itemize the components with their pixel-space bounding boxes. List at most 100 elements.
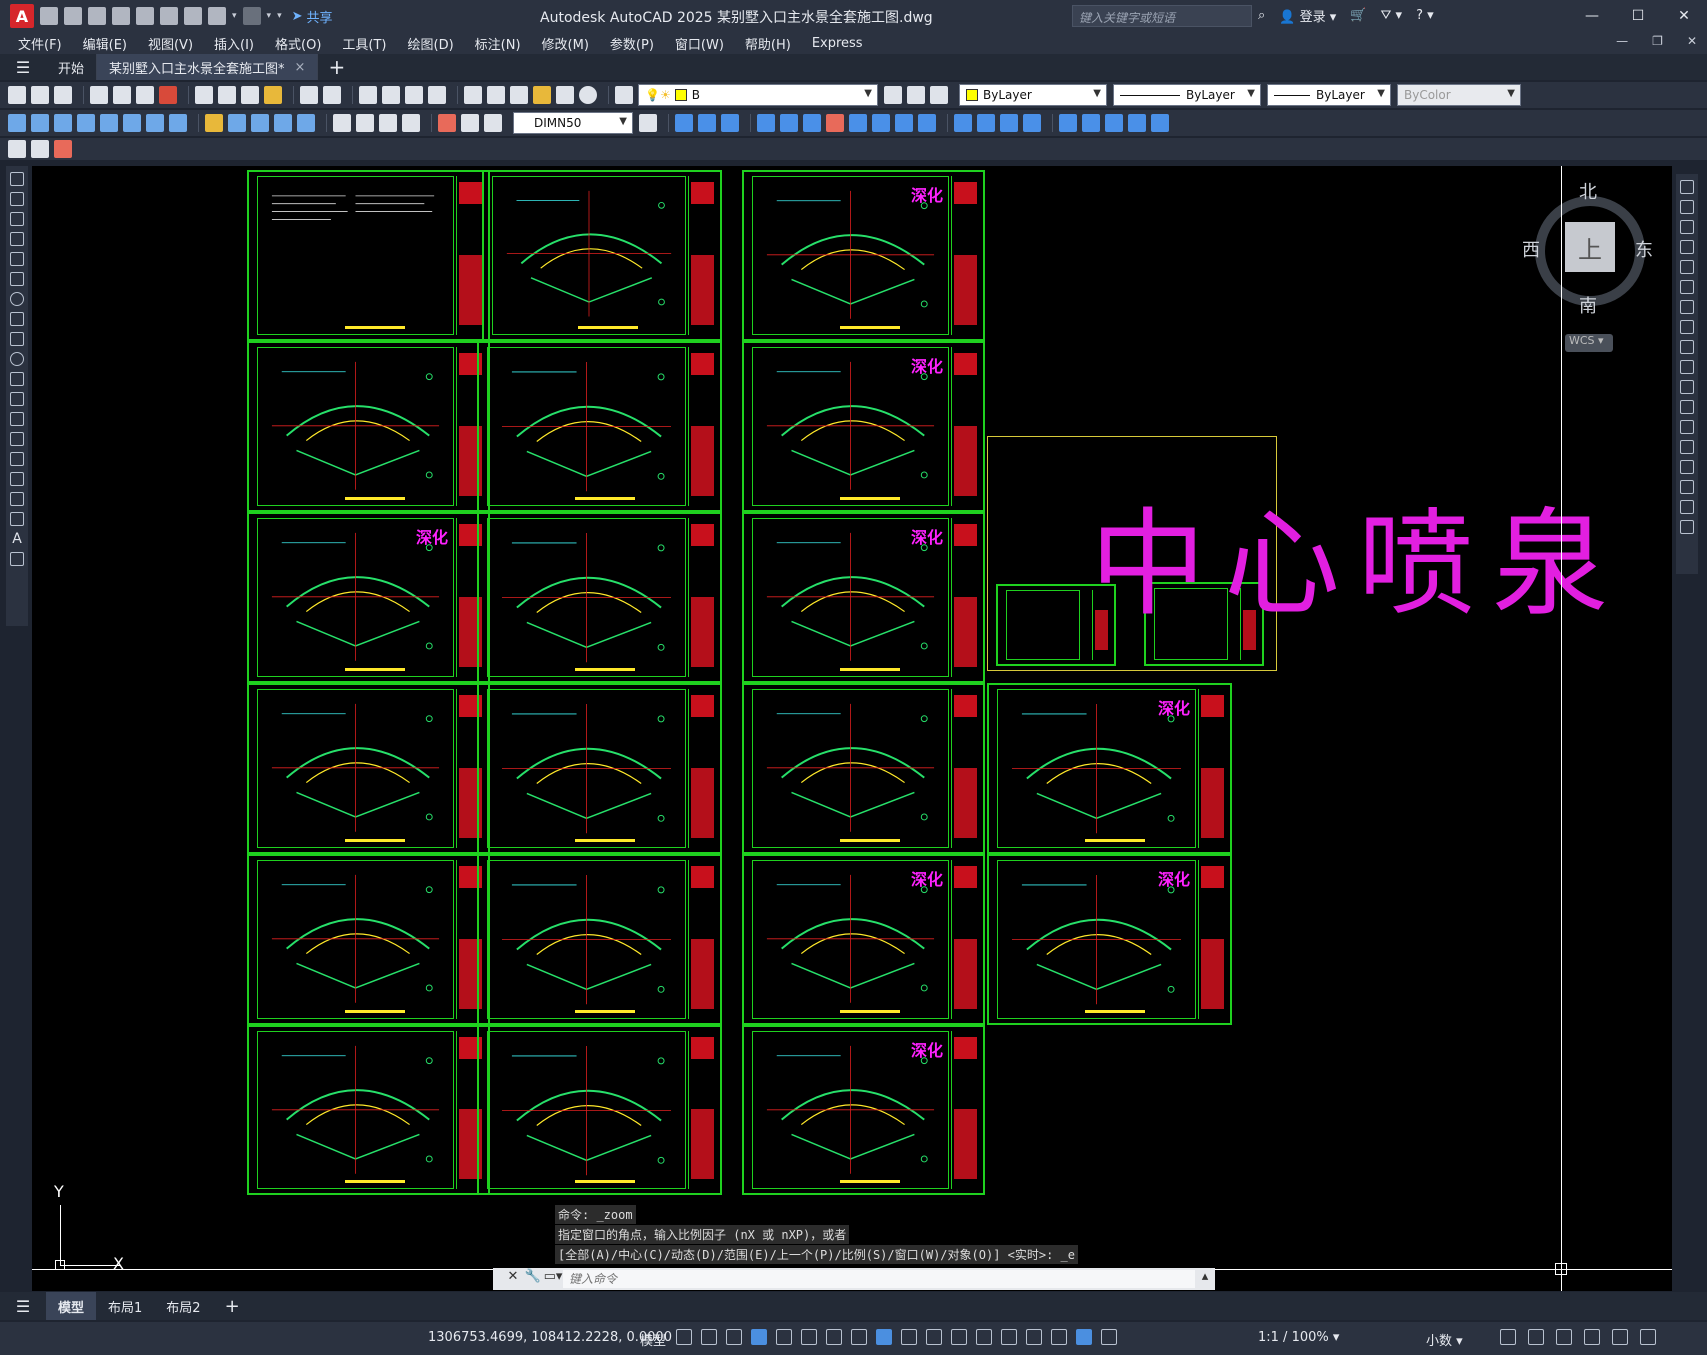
block-editor-icon[interactable] xyxy=(8,140,26,158)
paste-icon[interactable] xyxy=(241,86,259,104)
layer-states-icon[interactable] xyxy=(930,86,948,104)
undo-dropdown-icon[interactable]: ▾ xyxy=(232,11,237,21)
polyline-icon[interactable] xyxy=(10,212,24,226)
gradient-icon[interactable] xyxy=(10,472,24,486)
gizmo-icon[interactable] xyxy=(1051,1329,1067,1345)
drawing-sheet[interactable]: 深化 xyxy=(742,170,985,341)
inspection-icon[interactable] xyxy=(379,114,397,132)
multiline-text-icon[interactable]: A xyxy=(10,532,24,546)
thicken-icon[interactable] xyxy=(1151,114,1169,132)
shell-icon[interactable] xyxy=(1082,114,1100,132)
drawing-sheet[interactable]: 深化 xyxy=(742,854,985,1025)
annotation-visibility-icon[interactable] xyxy=(1076,1329,1092,1345)
auto-scale-icon[interactable] xyxy=(1101,1329,1117,1345)
hardware-acceleration-icon[interactable] xyxy=(1584,1329,1600,1345)
tab-start[interactable]: 开始 xyxy=(46,54,98,80)
tab-drawing[interactable]: 某别墅入口主水景全套施工图* × xyxy=(97,54,319,80)
region-icon[interactable] xyxy=(10,492,24,506)
plot-preview-icon[interactable] xyxy=(113,86,131,104)
ordinate-dimension-icon[interactable] xyxy=(77,114,95,132)
drawing-restore-button[interactable]: ❐ xyxy=(1652,34,1663,48)
viewcube-east-label[interactable]: 东 xyxy=(1635,236,1653,262)
publish-icon[interactable] xyxy=(136,86,154,104)
cursor-coordinates[interactable]: 1306753.4699, 108412.2228, 0.0000 xyxy=(428,1330,672,1345)
new-tab-button[interactable]: + xyxy=(328,55,345,79)
customization-icon[interactable] xyxy=(1640,1329,1656,1345)
help-icon[interactable]: ? ▾ xyxy=(1416,8,1434,23)
menu-view[interactable]: 视图(V) xyxy=(148,34,204,53)
drawing-canvas[interactable]: 深化 深化 深化 深化 深化 深化 深化 深化 xyxy=(32,166,1672,1291)
layout-menu-icon[interactable]: ☰ xyxy=(0,1297,46,1316)
transparency-icon[interactable] xyxy=(926,1329,942,1345)
3d-osnap-icon[interactable] xyxy=(976,1329,992,1345)
drawing-minimize-button[interactable]: — xyxy=(1616,34,1628,48)
customize-command-icon[interactable]: 🔧 xyxy=(523,1269,543,1289)
properties-icon[interactable] xyxy=(464,86,482,104)
quick-dimension-icon[interactable] xyxy=(205,114,223,132)
move-faces-icon[interactable] xyxy=(780,114,798,132)
markup-icon[interactable] xyxy=(533,86,551,104)
app-logo-icon[interactable]: A xyxy=(10,4,34,28)
layer-dropdown[interactable]: 💡 ☀ B ▼ xyxy=(638,84,878,106)
cart-icon[interactable]: 🛒 xyxy=(1350,8,1366,23)
menu-express[interactable]: Express xyxy=(812,36,874,51)
viewcube-north-label[interactable]: 北 xyxy=(1579,178,1597,204)
imprint-icon[interactable] xyxy=(1000,114,1018,132)
pan-icon[interactable] xyxy=(359,86,377,104)
undo-icon[interactable] xyxy=(300,86,318,104)
3d-union-icon[interactable] xyxy=(675,114,693,132)
circle-icon[interactable] xyxy=(10,292,24,306)
offset-faces-icon[interactable] xyxy=(803,114,821,132)
tolerance-icon[interactable] xyxy=(333,114,351,132)
new-file-icon[interactable] xyxy=(40,7,58,25)
wcs-menu[interactable]: WCS ▾ xyxy=(1565,334,1613,352)
ellipse-arc-icon[interactable] xyxy=(10,372,24,386)
color-faces-icon[interactable] xyxy=(918,114,936,132)
insert-block-icon[interactable] xyxy=(10,392,24,406)
dimension-break-icon[interactable] xyxy=(297,114,315,132)
point-icon[interactable] xyxy=(10,432,24,446)
selection-filter-icon[interactable] xyxy=(1026,1329,1042,1345)
make-block-icon[interactable] xyxy=(10,412,24,426)
annotation-scale[interactable]: 1:1 / 100% ▾ xyxy=(1258,1330,1339,1345)
separate-icon[interactable] xyxy=(1059,114,1077,132)
chamfer-icon[interactable] xyxy=(1680,460,1694,474)
table-icon[interactable] xyxy=(10,512,24,526)
calculator-icon[interactable] xyxy=(556,86,574,104)
publish-3d-icon[interactable] xyxy=(159,86,177,104)
tab-layout1[interactable]: 布局1 xyxy=(96,1292,154,1320)
drawing-sheet[interactable]: 深化 xyxy=(742,1025,985,1195)
revision-cloud-icon[interactable] xyxy=(10,312,24,326)
command-history-toggle-icon[interactable]: ▴ xyxy=(1195,1269,1215,1289)
fillet-icon[interactable] xyxy=(1680,480,1694,494)
3d-intersect-icon[interactable] xyxy=(721,114,739,132)
viewcube-south-label[interactable]: 南 xyxy=(1579,292,1597,318)
delete-faces-icon[interactable] xyxy=(826,114,844,132)
share-button[interactable]: ➤ 共享 xyxy=(292,7,333,26)
make-current-layer-icon[interactable] xyxy=(884,86,902,104)
polar-tracking-icon[interactable] xyxy=(801,1329,817,1345)
aligned-dimension-icon[interactable] xyxy=(31,114,49,132)
open-web-icon[interactable] xyxy=(136,7,154,25)
taper-faces-icon[interactable] xyxy=(872,114,890,132)
object-snap-icon[interactable] xyxy=(876,1329,892,1345)
save-web-icon[interactable] xyxy=(160,7,178,25)
menu-modify[interactable]: 修改(M) xyxy=(542,34,600,53)
dimension-text-edit-icon[interactable] xyxy=(461,114,479,132)
center-mark-icon[interactable] xyxy=(356,114,374,132)
ortho-icon[interactable] xyxy=(776,1329,792,1345)
drawing-sheet[interactable] xyxy=(247,341,490,512)
layer-previous-icon[interactable] xyxy=(907,86,925,104)
move-icon[interactable] xyxy=(1680,280,1694,294)
drawing-sheet[interactable] xyxy=(477,854,722,1025)
menu-window[interactable]: 窗口(W) xyxy=(675,34,735,53)
mirror-icon[interactable] xyxy=(1680,220,1694,234)
drawing-sheet[interactable] xyxy=(477,1025,722,1195)
dynamic-input-icon[interactable] xyxy=(751,1329,767,1345)
viewcube-top-face[interactable]: 上 xyxy=(1565,222,1615,272)
undo-icon[interactable] xyxy=(208,7,226,25)
drawing-close-button[interactable]: ✕ xyxy=(1687,34,1697,48)
design-center-icon[interactable] xyxy=(487,86,505,104)
tool-palettes-icon[interactable] xyxy=(510,86,528,104)
tab-model[interactable]: 模型 xyxy=(46,1292,97,1320)
